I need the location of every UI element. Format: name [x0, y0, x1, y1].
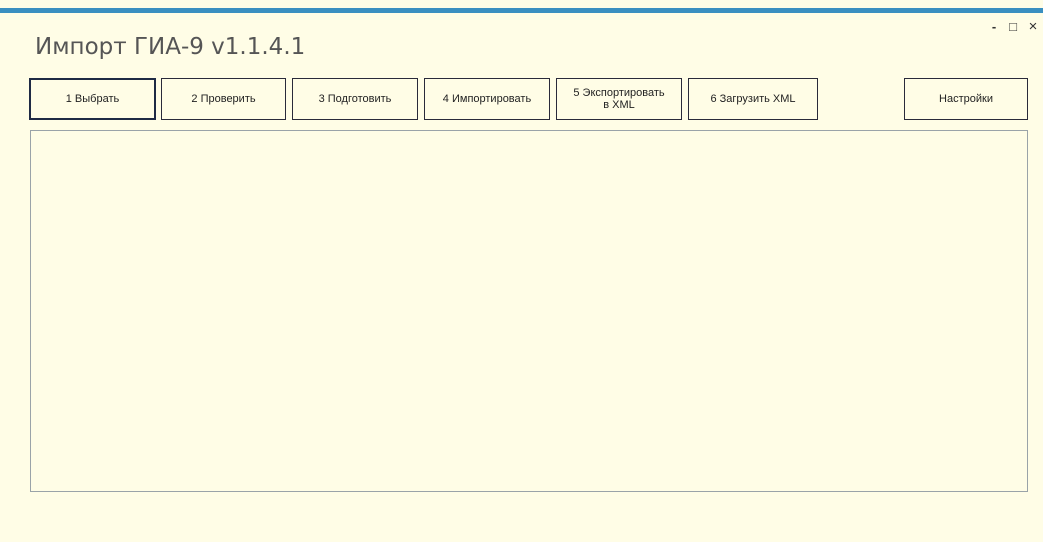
settings-button[interactable]: Настройки [904, 78, 1028, 120]
content-panel[interactable] [30, 130, 1028, 492]
select-button[interactable]: 1 Выбрать [29, 78, 156, 120]
export-xml-button[interactable]: 5 Экспортировать в XML [556, 78, 682, 120]
close-icon[interactable]: × [1026, 19, 1040, 34]
resize-grip-icon[interactable] [1036, 534, 1040, 538]
app-title: Импорт ГИА-9 v1.1.4.1 [35, 34, 306, 60]
maximize-icon[interactable]: □ [1006, 20, 1020, 34]
prepare-button[interactable]: 3 Подготовить [292, 78, 418, 120]
check-button[interactable]: 2 Проверить [161, 78, 286, 120]
load-xml-button[interactable]: 6 Загрузить XML [688, 78, 818, 120]
minimize-icon[interactable]: - [987, 20, 1001, 34]
window-top-accent-bar [0, 8, 1043, 13]
import-button[interactable]: 4 Импортировать [424, 78, 550, 120]
main-window: Импорт ГИА-9 v1.1.4.1 - □ × 1 Выбрать 2 … [0, 0, 1043, 542]
